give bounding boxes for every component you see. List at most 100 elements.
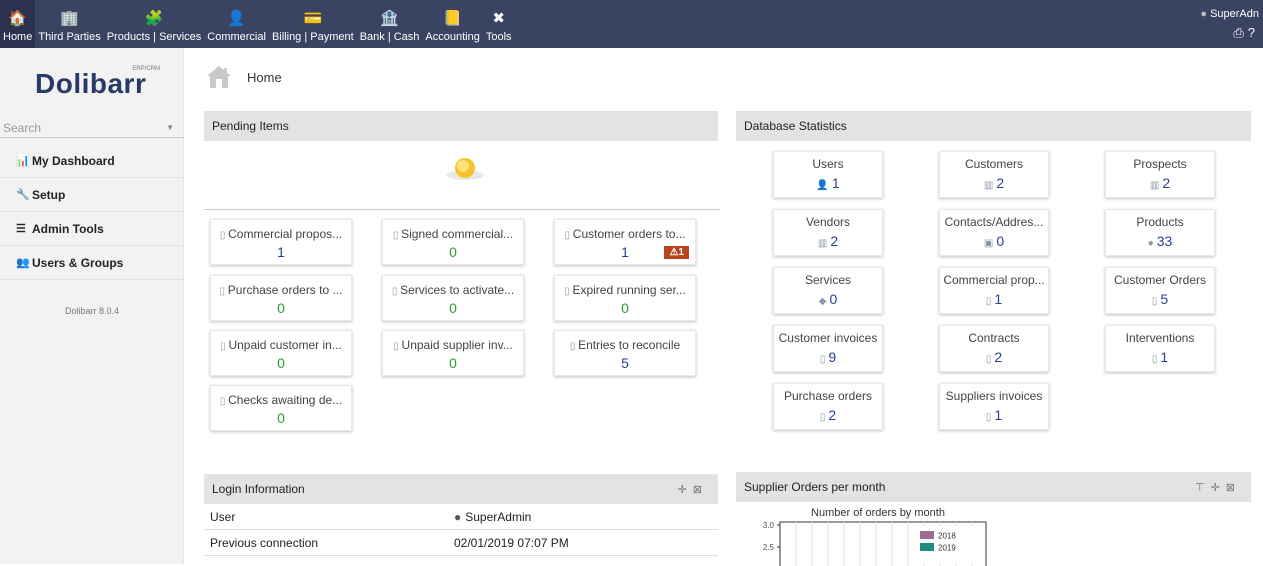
database-statistics-header: Database Statistics (736, 111, 1251, 141)
login-user-link[interactable]: SuperAdmin (465, 510, 531, 524)
y-tick-label: 3.0 (763, 521, 775, 530)
pending-card-label: ▯ Expired running ser... (555, 283, 695, 297)
login-value[interactable]: ● SuperAdmin (454, 510, 531, 524)
dolibarr-logo[interactable]: Dolibarr ERP/CRM (35, 62, 160, 104)
stat-card-label: Contacts/Addres... (944, 215, 1044, 229)
document-icon: ▯ (564, 230, 573, 241)
topnav-item-accounting[interactable]: 📒 Accounting (422, 0, 482, 48)
stat-card-value-row: ▣ 0 (940, 233, 1048, 249)
move-icon[interactable]: ✛ (678, 484, 693, 496)
pending-card-text: Signed commercial... (401, 227, 514, 241)
stat-card[interactable]: Customer invoices ▯ 9 (773, 325, 883, 372)
user-icon: ● (454, 509, 462, 524)
stat-card[interactable]: Purchase orders ▯ 2 (773, 383, 883, 430)
search-select[interactable]: Search ▼ (0, 118, 184, 138)
sidebar-item-my-dashboard[interactable]: 📊 My Dashboard (0, 144, 184, 178)
pending-card[interactable]: ▯ Unpaid customer in... 0 (210, 330, 352, 376)
tools-icon: ✖ (492, 10, 505, 27)
stat-card[interactable]: Contacts/Addres... ▣ 0 (939, 209, 1049, 256)
pending-card-text: Commercial propos... (228, 227, 343, 241)
print-icon[interactable]: ⎙ (1233, 25, 1247, 40)
stat-icon: ▯ (985, 296, 992, 307)
topnav-item-home[interactable]: 🏠 Home (0, 0, 36, 48)
stat-card-value-row: ● 33 (1106, 233, 1214, 249)
pending-card[interactable]: ▯ Services to activate... 0 (382, 275, 524, 321)
box-controls: ✛⊠ (678, 483, 718, 496)
stat-card[interactable]: Customers ▥ 2 (939, 151, 1049, 198)
stat-icon: ▯ (1151, 296, 1158, 307)
pending-card-label: ▯ Customer orders to... (555, 227, 695, 241)
sidebar-item-users-groups[interactable]: 👥 Users & Groups (0, 246, 184, 280)
stat-card-value-row: ▯ 5 (1106, 291, 1214, 307)
products-icon: 🧩 (144, 10, 164, 27)
topnav-item-commercial[interactable]: 👤 Commercial (204, 0, 269, 48)
divider (204, 209, 720, 210)
close-box-icon[interactable]: ⊠ (1226, 482, 1241, 494)
stat-icon: ▯ (819, 354, 826, 365)
pending-card[interactable]: ▯ Entries to reconcile 5 (554, 330, 696, 376)
stat-card-value-row: ▯ 1 (1106, 349, 1214, 365)
topnav-item-products-services[interactable]: 🧩 Products | Services (104, 0, 205, 48)
pending-card-text: Expired running ser... (572, 283, 686, 297)
login-row-user: User ● SuperAdmin (204, 504, 718, 530)
warning-badge: ⚠1 (664, 246, 689, 259)
topnav-item-billing-payment[interactable]: 💳 Billing | Payment (269, 0, 357, 48)
pending-card-value: 0 (449, 355, 457, 371)
topnav-label: Commercial (207, 31, 266, 43)
stat-card[interactable]: Customer Orders ▯ 5 (1105, 267, 1215, 314)
legend-label: 2019 (938, 544, 956, 553)
pending-card[interactable]: ▯ Signed commercial... 0 (382, 219, 524, 265)
pending-card-text: Unpaid supplier inv... (401, 338, 513, 352)
home-icon: 🏠 (8, 10, 28, 27)
user-icon: ● (1200, 8, 1208, 20)
pending-card[interactable]: ▯ Checks awaiting de... 0 (210, 385, 352, 431)
stat-icon: ● (1147, 238, 1154, 249)
stat-card[interactable]: Commercial prop... ▯ 1 (939, 267, 1049, 314)
pending-card-value: 5 (621, 355, 629, 371)
sidebar-item-admin-tools[interactable]: ☰ Admin Tools (0, 212, 184, 246)
stat-card[interactable]: Users 👤 1 (773, 151, 883, 198)
stat-card[interactable]: Prospects ▥ 2 (1105, 151, 1215, 198)
pending-card[interactable]: ▯ Expired running ser... 0 (554, 275, 696, 321)
pending-card[interactable]: ▯ Unpaid supplier inv... 0 (382, 330, 524, 376)
stat-card-value-row: ▯ 1 (940, 291, 1048, 307)
topnav-item-tools[interactable]: ✖ Tools (483, 0, 515, 48)
stat-card-label: Contracts (968, 331, 1020, 345)
topnav-item-bank-cash[interactable]: 🏦 Bank | Cash (357, 0, 423, 48)
wrench-icon: 🔧 (16, 189, 30, 201)
document-icon: ▯ (219, 286, 228, 297)
user-menu[interactable]: ● SuperAdn (1200, 8, 1259, 20)
stat-card[interactable]: Products ● 33 (1105, 209, 1215, 256)
top-nav: 🏠 Home 🏢 Third Parties 🧩 Products | Services 👤… (0, 0, 515, 48)
y-tick-label: 2.5 (763, 543, 775, 552)
topnav-label: Home (3, 31, 33, 43)
stat-card-label: Interventions (1125, 331, 1195, 345)
top-right-area: ● SuperAdn ⎙? (1200, 8, 1259, 41)
pending-card[interactable]: ▯ Customer orders to... 1 ⚠1 (554, 219, 696, 265)
stat-icon: ▥ (1149, 180, 1160, 191)
close-box-icon[interactable]: ⊠ (693, 484, 708, 496)
billing-icon: 💳 (303, 10, 323, 27)
page-title: Home (247, 69, 282, 85)
chevron-down-icon: ▼ (166, 123, 174, 132)
stat-card-value: 2 (996, 175, 1005, 191)
help-icon[interactable]: ? (1248, 25, 1259, 40)
stat-icon: ◆ (818, 296, 827, 307)
document-icon: ▯ (393, 341, 402, 352)
stat-card-value-row: ▥ 2 (940, 175, 1048, 191)
filter-icon[interactable]: ⊤ (1195, 482, 1211, 494)
stat-card[interactable]: Interventions ▯ 1 (1105, 325, 1215, 372)
legend-swatch (920, 531, 934, 539)
stat-card[interactable]: Suppliers invoices ▯ 1 (939, 383, 1049, 430)
pending-card[interactable]: ▯ Commercial propos... 1 (210, 219, 352, 265)
stat-card[interactable]: Vendors ▥ 2 (773, 209, 883, 256)
stat-card-value-row: ▥ 2 (774, 233, 882, 249)
topnav-item-third-parties[interactable]: 🏢 Third Parties (35, 0, 103, 48)
move-icon[interactable]: ✛ (1211, 482, 1226, 494)
stat-card[interactable]: Contracts ▯ 2 (939, 325, 1049, 372)
version-label: Dolibarr 8.0.4 (64, 306, 120, 316)
stat-card-value: 9 (828, 349, 837, 365)
stat-card[interactable]: Services ◆ 0 (773, 267, 883, 314)
pending-card[interactable]: ▯ Purchase orders to ... 0 (210, 275, 352, 321)
sidebar-item-setup[interactable]: 🔧 Setup (0, 178, 184, 212)
